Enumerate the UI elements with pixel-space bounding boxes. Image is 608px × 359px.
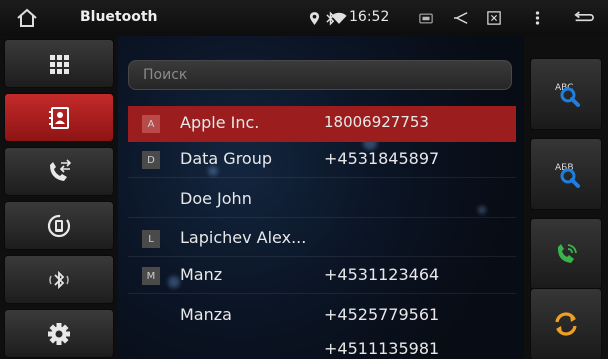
contact-phone: +4531123464 [324,265,440,284]
index-letter: D [142,151,160,169]
search-input[interactable]: Поиск [128,60,512,90]
settings-icon [48,322,70,345]
contact-row[interactable]: M Manz +4531123464 [128,258,516,294]
call-button[interactable] [530,218,602,290]
contact-row[interactable]: Doe John [128,182,516,218]
phone-sync-icon [47,214,71,237]
right-panel: ABC AБВ [524,36,608,359]
location-icon [307,8,321,28]
contact-row[interactable]: +4511135981 [128,332,516,359]
sync-button[interactable] [530,288,602,359]
search-abc-icon: ABC [555,83,580,107]
contact-name: Lapichev Alex... [180,228,307,247]
contact-name: Apple Inc. [180,113,260,132]
sync-icon [555,312,577,336]
call-log-icon [50,158,72,181]
index-letter: L [142,230,160,248]
contacts-panel: Поиск A Apple Inc. 18006927753 D Data Gr… [118,36,524,359]
nav-phone-sync[interactable] [4,201,114,250]
contact-phone: 18006927753 [324,113,429,131]
contact-phone: +4531845897 [324,149,440,168]
contact-row[interactable]: L Lapichev Alex... [128,221,516,257]
wifi-icon [330,8,348,28]
contact-row[interactable]: D Data Group +4531845897 [128,142,516,178]
index-letter: M [142,267,160,285]
search-alphabet-icon: AБВ [555,163,580,188]
nav-settings[interactable] [4,309,114,358]
search-abc-button[interactable]: ABC [530,58,602,130]
more-vert-icon[interactable] [532,8,542,28]
search-placeholder: Поиск [143,67,188,83]
bluetooth-audio-icon [49,270,69,289]
home-icon[interactable] [16,8,38,28]
app-title: Bluetooth [80,9,158,25]
nav-bluetooth-audio[interactable] [4,255,114,304]
nav-dialpad[interactable] [4,39,114,88]
status-time: 16:52 [349,9,390,25]
search-alphabet-button[interactable]: AБВ [530,138,602,210]
index-letter: A [142,115,160,133]
dialpad-icon [50,54,69,74]
contacts-icon [49,106,69,129]
close-window-icon[interactable] [485,8,503,28]
status-bar: Bluetooth 16:52 [0,0,608,36]
contact-name: Manza [180,305,232,324]
contact-phone: +4525779561 [324,305,440,324]
nav-contacts[interactable] [4,93,114,142]
volume-icon[interactable] [452,8,470,28]
contact-phone: +4511135981 [324,339,440,358]
contact-name: Manz [180,265,223,284]
contact-name: Doe John [180,189,252,208]
call-icon [557,244,577,263]
contact-name: Data Group [180,149,272,168]
contact-row[interactable]: Manza +4525779561 [128,298,516,334]
left-nav [0,36,118,359]
screenshot-icon[interactable] [418,8,434,28]
nav-call-log[interactable] [4,147,114,196]
back-icon[interactable] [571,8,595,28]
contact-row[interactable]: A Apple Inc. 18006927753 [128,106,516,142]
